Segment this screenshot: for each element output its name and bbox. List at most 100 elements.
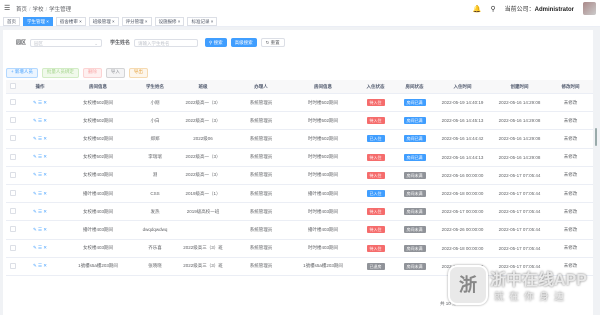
table-row[interactable]: ✎ ☰ ✕ 女校楼502期间 小刚 2022级高一（3） 系统管理员 时时楼502期间 待入… (6, 93, 593, 113)
tag-item[interactable]: 班级管理 × (88, 17, 119, 26)
action-toolbar: + 新增人员 批量人员绑定 删除 导入 导出 (6, 68, 148, 78)
student-name-label: 学生姓名 (110, 40, 131, 46)
checkin-status-badge: 已入住 (366, 135, 385, 143)
bell-icon[interactable]: 🔔 (473, 5, 482, 13)
cell-checkin: 2022-05-18 00:00:00 (434, 184, 491, 204)
table-row[interactable]: ✎ ☰ ✕ 女校楼403期间 发热 2019级高校一班 系统管理员 时时楼403期间 待入住… (6, 202, 593, 222)
student-name-input[interactable]: 请输入学生姓名 (134, 38, 199, 47)
cell-checkin: 2022-05-16 14:45:13 (434, 111, 491, 131)
column-header: 学生姓名 (136, 80, 174, 94)
row-actions[interactable]: ✎ ☰ ✕ (20, 148, 60, 167)
row-checkbox[interactable] (6, 129, 20, 149)
row-checkbox[interactable] (6, 166, 20, 185)
row-checkbox[interactable] (6, 111, 20, 131)
tag-item[interactable]: 首页 (3, 17, 20, 26)
table-row[interactable]: ✎ ☰ ✕ 女校楼502期间 李瑞瑞 2022级高一（3） 系统管理员 时时楼502期间 待… (6, 148, 593, 167)
room-status-badge: 房间未满 (403, 208, 426, 216)
room-status-cell: 房间已满 (395, 111, 434, 131)
student-table: 操作 房间信息 学生姓名 班级 办理人 房间信息 入住状态 房间状态 入住时间 创建时间 修改时间 … (6, 80, 593, 276)
delete-button[interactable]: 删除 (82, 68, 102, 78)
room-status-cell: 房间未满 (395, 166, 434, 185)
row-checkbox[interactable] (6, 184, 20, 204)
row-action-icons[interactable]: ✎ ☰ ✕ (33, 227, 47, 232)
tag-item[interactable]: 评分管理 × (121, 17, 152, 26)
cell-cls: 2019级高校一班 (174, 202, 232, 222)
cell-handler: 系统管理员 (232, 93, 290, 113)
cell-checkin: 2022-05-19 14:40:19 (434, 93, 491, 113)
cell-room2: 播叶楼403期间 (290, 184, 356, 204)
row-actions[interactable]: ✎ ☰ ✕ (20, 220, 60, 240)
table-row[interactable]: ✎ ☰ ✕ 播叶楼403期间 dwqdqwdwq 系统管理员 播叶楼403期间 待入住 房间… (6, 220, 593, 240)
row-checkbox[interactable] (6, 239, 20, 258)
row-action-icons[interactable]: ✎ ☰ ✕ (33, 263, 47, 268)
table-row[interactable]: ✎ ☰ ✕ 女校楼403期间 齐乐喜 2022级高三（3）班 系统管理员 时时楼403期间… (6, 239, 593, 258)
search-button[interactable]: ⚲ 搜索 (205, 38, 227, 47)
cell-room2: 时时楼502期间 (290, 111, 356, 131)
breadcrumb-item[interactable]: 首页 (16, 7, 27, 13)
export-button[interactable]: 导出 (128, 68, 148, 78)
cell-modified: 未修改 (548, 93, 593, 113)
room-status-badge: 房间已满 (403, 99, 426, 107)
cell-room: 女校楼403期间 (60, 166, 136, 185)
reset-button[interactable]: ↻ 重置 (260, 38, 285, 47)
cell-checkin: 2022-05-16 00:00:00 (434, 166, 491, 185)
room-status-cell: 房间已满 (395, 93, 434, 113)
table-row[interactable]: ✎ ☰ ✕ 播叶楼403期间 CSS 2019级高一（1） 系统管理员 播叶楼403期间已… (6, 184, 593, 204)
column-header: 修改时间 (548, 80, 593, 94)
row-checkbox[interactable] (6, 93, 20, 113)
search-icon[interactable]: ⚲ (491, 5, 496, 13)
tag-item[interactable]: 设施报修 × (154, 17, 185, 26)
row-actions[interactable]: ✎ ☰ ✕ (20, 202, 60, 222)
row-actions[interactable]: ✎ ☰ ✕ (20, 166, 60, 185)
select-all-checkbox[interactable] (6, 80, 20, 94)
breadcrumb-item[interactable]: 学校 (33, 7, 44, 13)
table-body: ✎ ☰ ✕ 女校楼502期间 小刚 2022级高一（3） 系统管理员 时时楼502期间 待入… (6, 93, 593, 276)
table-header: 操作 房间信息 学生姓名 班级 办理人 房间信息 入住状态 房间状态 入住时间 创建时间 修改时间 (6, 80, 593, 94)
cell-checkin: 2022-05-16 14:44:13 (434, 148, 491, 167)
advanced-search-button[interactable]: 高级搜索 (230, 38, 257, 47)
row-actions[interactable]: ✎ ☰ ✕ (20, 93, 60, 113)
cell-name: 发热 (136, 202, 174, 222)
tag-item[interactable]: 标准记录 × (187, 17, 218, 26)
row-action-icons[interactable]: ✎ ☰ ✕ (33, 245, 47, 250)
row-actions[interactable]: ✎ ☰ ✕ (20, 129, 60, 149)
table-row[interactable]: ✎ ☰ ✕ 女校楼502期间 小白 2022级高一（3） 系统管理员 时时楼502期间 待入… (6, 111, 593, 131)
row-actions[interactable]: ✎ ☰ ✕ (20, 111, 60, 131)
row-action-icons[interactable]: ✎ ☰ ✕ (33, 136, 47, 141)
row-action-icons[interactable]: ✎ ☰ ✕ (33, 118, 47, 123)
cell-checkin: 2022-05-16 14:44:42 (434, 129, 491, 149)
tag-item[interactable]: 宿舍楼审 × (55, 17, 86, 26)
row-checkbox[interactable] (6, 148, 20, 167)
row-action-icons[interactable]: ✎ ☰ ✕ (33, 172, 47, 177)
row-action-icons[interactable]: ✎ ☰ ✕ (33, 209, 47, 214)
username[interactable]: Administrator (535, 7, 574, 13)
row-actions[interactable]: ✎ ☰ ✕ (20, 239, 60, 258)
scrollbar[interactable] (595, 128, 597, 146)
row-checkbox[interactable] (6, 257, 20, 276)
row-action-icons[interactable]: ✎ ☰ ✕ (33, 154, 47, 159)
import-button[interactable]: 导入 (105, 68, 125, 78)
avatar[interactable] (583, 2, 596, 15)
cell-modified: 未修改 (548, 202, 593, 222)
table-row[interactable]: ✎ ☰ ✕ 女校楼502期间 郑郑 2022级06 系统管理员 时时楼502期间 已入住 房间… (6, 129, 593, 149)
add-person-button[interactable]: + 新增人员 (6, 68, 38, 78)
campus-select[interactable]: 园区 ⌄ (30, 38, 103, 47)
checkin-status-badge: 待入住 (366, 153, 385, 161)
cell-created: 2022-05-17 07:05:44 (491, 166, 548, 185)
table-row[interactable]: ✎ ☰ ✕ 女校楼403期间测 2022级高一（3） 系统管理员 时时楼403期间 待入住… (6, 166, 593, 185)
row-actions[interactable]: ✎ ☰ ✕ (20, 257, 60, 276)
room-status-cell: 房间已满 (395, 129, 434, 149)
room-status-badge: 房间未满 (403, 262, 426, 270)
menu-toggle-icon[interactable]: ☰ (4, 4, 10, 12)
row-actions[interactable]: ✎ ☰ ✕ (20, 184, 60, 204)
cell-room: 女校楼502期间 (60, 111, 136, 131)
column-header: 操作 (20, 80, 60, 94)
cell-name: 郑郑 (136, 129, 174, 149)
row-checkbox[interactable] (6, 202, 20, 222)
row-action-icons[interactable]: ✎ ☰ ✕ (33, 191, 47, 196)
row-checkbox[interactable] (6, 220, 20, 240)
room-status-badge: 房间已满 (403, 135, 426, 143)
batch-bind-button[interactable]: 批量人员绑定 (41, 68, 79, 78)
tag-item[interactable]: 学生管理 × (23, 17, 53, 26)
row-action-icons[interactable]: ✎ ☰ ✕ (33, 100, 47, 105)
